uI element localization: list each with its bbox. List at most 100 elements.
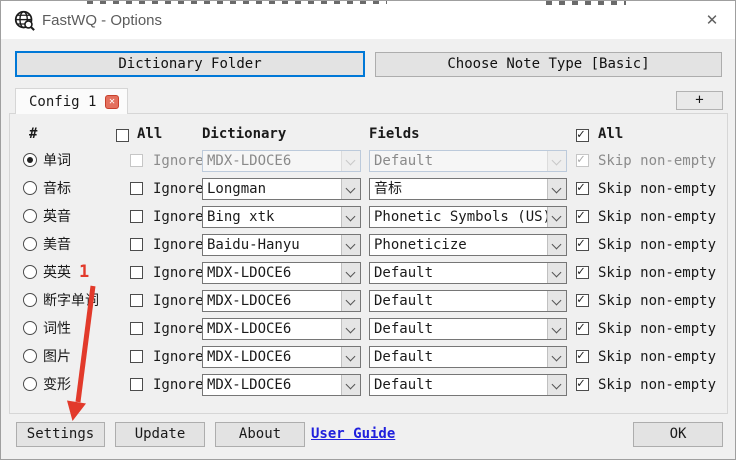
row-label[interactable]: 英音 [43,206,71,228]
fields-select[interactable]: Default [369,318,567,340]
skip-non-empty-label[interactable]: Skip non-empty [598,234,716,256]
dictionary-select[interactable]: Baidu-Hanyu [202,234,361,256]
fields-select[interactable]: Phoneticize [369,234,567,256]
tab-config-1[interactable]: Config 1 ✕ [15,88,128,114]
dictionary-select[interactable]: MDX-LDOCE6 [202,374,361,396]
skip-all-checkbox[interactable] [576,127,589,142]
dictionary-select-value: MDX-LDOCE6 [207,265,292,281]
skip-non-empty-checkbox[interactable] [576,264,589,279]
close-window-button[interactable]: ✕ [695,1,729,39]
dictionary-select[interactable]: MDX-LDOCE6 [202,290,361,312]
ignore-label[interactable]: Ignore [153,318,204,340]
table-row: 美音 IgnoreBaidu-Hanyu Phoneticize Skip non-e… [1,234,735,256]
skip-non-empty-label[interactable]: Skip non-empty [598,318,716,340]
update-button[interactable]: Update [115,422,205,447]
fields-select-value: Default [374,377,434,393]
row-label[interactable]: 变形 [43,374,71,396]
skip-non-empty-checkbox[interactable] [576,180,589,195]
skip-non-empty-label[interactable]: Skip non-empty [598,290,716,312]
row-label[interactable]: 单词 [43,150,71,172]
skip-non-empty-checkbox[interactable] [576,376,589,391]
skip-non-empty-label[interactable]: Skip non-empty [598,206,716,228]
row-radio[interactable] [23,181,37,195]
ok-button[interactable]: OK [633,422,723,447]
annotation-step-number: 1 [79,262,90,282]
fastwq-options-dialog: FastWQ - Options ✕ Dictionary Folder Cho… [0,0,736,460]
dictionary-select[interactable]: MDX-LDOCE6 [202,262,361,284]
dictionary-select[interactable]: Bing xtk [202,206,361,228]
row-radio[interactable] [23,237,37,251]
fields-select-value: Default [374,321,434,337]
ignore-checkbox[interactable] [130,322,143,335]
fields-select[interactable]: 音标 [369,178,567,200]
ignore-checkbox[interactable] [130,378,143,391]
row-label[interactable]: 断字单词 [43,290,99,312]
row-radio[interactable] [23,321,37,335]
table-row: 词性 IgnoreMDX-LDOCE6 Default Skip non-empty [1,318,735,340]
fields-select[interactable]: Default [369,346,567,368]
header-ignore-all[interactable]: All [137,126,162,146]
dictionary-select[interactable]: Longman [202,178,361,200]
ignore-label[interactable]: Ignore [153,234,204,256]
tab-label: Config 1 [29,94,97,110]
row-label[interactable]: 图片 [43,346,71,368]
fields-select[interactable]: Default [369,290,567,312]
skip-non-empty-checkbox[interactable] [576,348,589,363]
fields-select[interactable]: Default [369,262,567,284]
ignore-checkbox[interactable] [130,294,143,307]
row-radio[interactable] [23,377,37,391]
fields-select[interactable]: Default [369,374,567,396]
header-dictionary: Dictionary [202,126,287,142]
ignore-label[interactable]: Ignore [153,346,204,368]
row-radio[interactable] [23,293,37,307]
tab-close-icon[interactable]: ✕ [105,95,119,109]
skip-non-empty-checkbox[interactable] [576,208,589,223]
skip-non-empty-label[interactable]: Skip non-empty [598,178,716,200]
dictionary-select: MDX-LDOCE6 [202,150,361,172]
row-label[interactable]: 词性 [43,318,71,340]
header-number: # [29,126,38,142]
ignore-checkbox[interactable] [130,266,143,279]
dictionary-select[interactable]: MDX-LDOCE6 [202,346,361,368]
ignore-checkbox[interactable] [130,182,143,195]
dictionary-select-value: Baidu-Hanyu [207,237,300,253]
header-skip-all[interactable]: All [598,126,623,146]
skip-non-empty-checkbox[interactable] [576,236,589,251]
row-radio[interactable] [23,209,37,223]
row-label[interactable]: 美音 [43,234,71,256]
ignore-label[interactable]: Ignore [153,178,204,200]
ignore-label: Ignore [153,153,204,169]
ignore-label[interactable]: Ignore [153,290,204,312]
skip-non-empty-label[interactable]: Skip non-empty [598,346,716,368]
dictionary-select-value: MDX-LDOCE6 [207,377,292,393]
about-button[interactable]: About [215,422,305,447]
fields-select-value: Default [374,265,434,281]
table-row: 音标 IgnoreLongman 音标 Skip non-empty [1,178,735,200]
ignore-label[interactable]: Ignore [153,262,204,284]
row-radio[interactable] [23,153,37,167]
ignore-checkbox [130,154,143,167]
add-config-button[interactable]: + [676,91,723,110]
dictionary-folder-button[interactable]: Dictionary Folder [15,51,365,77]
fields-select[interactable]: Phonetic Symbols (US) [369,206,567,228]
row-label[interactable]: 英英 [43,262,71,284]
header-fields: Fields [369,126,420,142]
settings-button[interactable]: Settings [16,422,105,447]
skip-non-empty-label[interactable]: Skip non-empty [598,374,716,396]
dictionary-select[interactable]: MDX-LDOCE6 [202,318,361,340]
ignore-checkbox[interactable] [130,350,143,363]
table-row: 英英 IgnoreMDX-LDOCE6 Default Skip non-empty [1,262,735,284]
ignore-label[interactable]: Ignore [153,206,204,228]
ignore-all-checkbox[interactable] [116,129,129,142]
skip-non-empty-label[interactable]: Skip non-empty [598,262,716,284]
skip-non-empty-checkbox[interactable] [576,292,589,307]
skip-non-empty-checkbox[interactable] [576,320,589,335]
choose-note-type-button[interactable]: Choose Note Type [Basic] [375,52,722,77]
row-label[interactable]: 音标 [43,178,71,200]
ignore-checkbox[interactable] [130,210,143,223]
row-radio[interactable] [23,349,37,363]
user-guide-link[interactable]: User Guide [311,426,395,442]
row-radio[interactable] [23,265,37,279]
ignore-checkbox[interactable] [130,238,143,251]
ignore-label[interactable]: Ignore [153,374,204,396]
